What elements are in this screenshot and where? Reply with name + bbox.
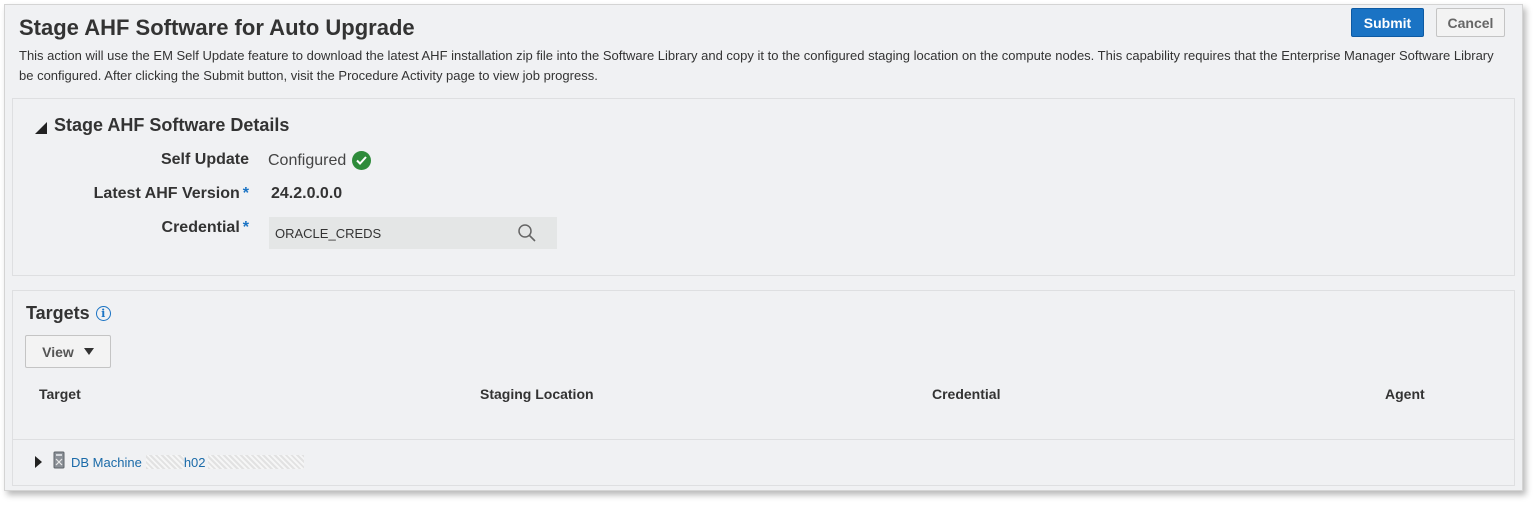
targets-header: Targets i [26,303,111,324]
info-icon[interactable]: i [95,306,111,321]
targets-title: Targets [26,303,90,323]
caret-down-icon [83,348,94,355]
required-marker: * [242,219,249,236]
ahf-version-value: 24.2.0.0.0 [271,185,343,202]
page-description: This action will use the EM Self Update … [19,48,1494,83]
dialog-window: Stage AHF Software for Auto Upgrade Subm… [4,4,1523,491]
column-header-target[interactable]: Target [39,386,81,402]
column-header-staging-location[interactable]: Staging Location [480,386,594,402]
credential-input-value: ORACLE_CREDS [275,226,382,241]
view-menu-button[interactable]: View [25,335,111,368]
target-link-prefix: DB Machine [71,454,142,470]
check-circle-icon [352,151,372,170]
database-machine-icon [53,451,65,474]
self-update-value: Configured [268,151,372,170]
view-label: View [42,343,74,360]
submit-button[interactable]: Submit [1351,8,1424,37]
table-divider [13,439,1514,440]
details-section: Stage AHF Software Details Self Update C… [12,98,1515,276]
column-header-credential[interactable]: Credential [932,386,1000,402]
target-link-fragment: h02 [183,454,206,470]
targets-section: Targets i View Target Staging Location C… [12,290,1515,486]
credential-input[interactable]: ORACLE_CREDS [269,217,557,249]
cancel-button[interactable]: Cancel [1436,8,1505,37]
credential-label: Credential * [161,219,249,236]
details-section-header[interactable]: Stage AHF Software Details [35,115,289,136]
ahf-version-label: Latest AHF Version * [93,185,249,202]
target-link[interactable]: DB Machine h02 [71,455,304,470]
column-header-agent[interactable]: Agent [1385,386,1425,402]
self-update-status: Configured [268,151,347,169]
collapse-triangle-icon[interactable] [35,121,47,134]
redacted-text [207,455,304,469]
details-section-title: Stage AHF Software Details [54,115,290,135]
search-icon[interactable] [517,223,537,248]
table-row: DB Machine h02 [35,451,304,473]
redacted-text [145,455,184,469]
self-update-label: Self Update [160,151,249,168]
expand-triangle-icon[interactable] [35,456,42,468]
page-title: Stage AHF Software for Auto Upgrade [19,15,415,40]
required-marker: * [242,185,249,202]
